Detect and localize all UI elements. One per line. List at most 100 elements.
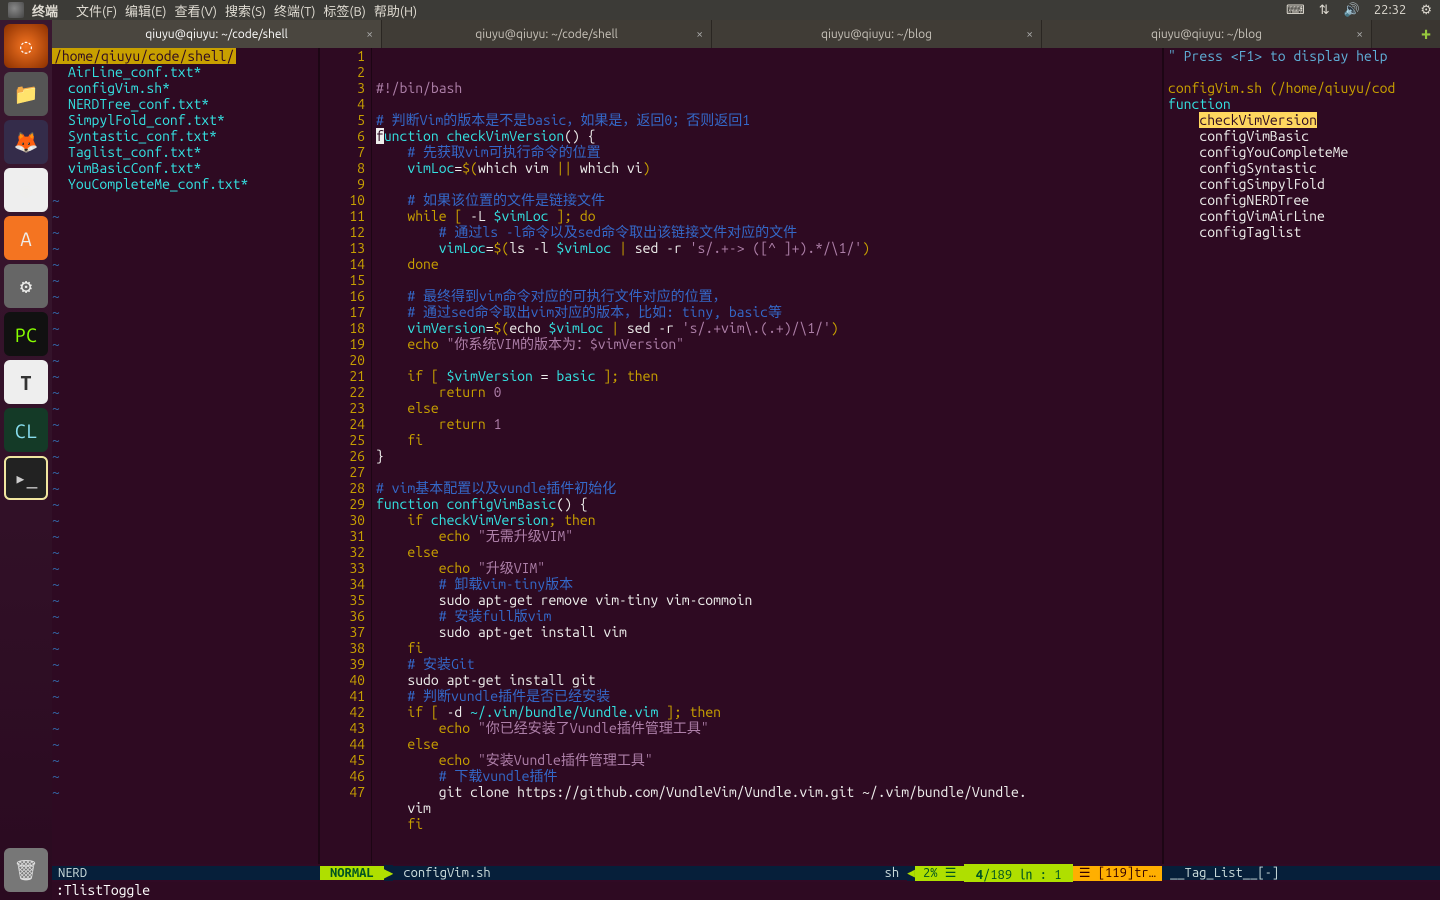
code-pane[interactable]: #!/bin/bash # 判断Vim的版本是不是basic，如果是，返回0；否则…	[372, 48, 1162, 864]
code-line[interactable]: vimVersion=$(echo $vimLoc | sed -r 's/.+…	[376, 320, 1162, 336]
terminal-tab[interactable]: qiuyu@qiuyu: ~/code/shell×	[382, 20, 712, 48]
code-line[interactable]	[376, 352, 1162, 368]
code-line[interactable]: sudo apt-get install git	[376, 672, 1162, 688]
code-line[interactable]: # 如果该位置的文件是链接文件	[376, 192, 1162, 208]
menu-item[interactable]: 查看(V)	[171, 5, 221, 19]
code-line[interactable]: while [ -L $vimLoc ]; do	[376, 208, 1162, 224]
nerdtree-file[interactable]: Taglist_conf.txt*	[52, 144, 318, 160]
taglist-tag[interactable]: configNERDTree	[1168, 192, 1440, 208]
nerdtree-file[interactable]: Syntastic_conf.txt*	[52, 128, 318, 144]
code-line[interactable]: #!/bin/bash	[376, 80, 1162, 96]
terminal-tab[interactable]: qiuyu@qiuyu: ~/blog×	[1042, 20, 1372, 48]
taglist-tag[interactable]: configYouCompleteMe	[1168, 144, 1440, 160]
software-center-icon[interactable]: A	[4, 216, 48, 260]
menu-item[interactable]: 文件(F)	[72, 5, 121, 19]
code-line[interactable]: # 判断vundle插件是否已经安装	[376, 688, 1162, 704]
nerdtree-file[interactable]: NERDTree_conf.txt*	[52, 96, 318, 112]
gear-icon[interactable]: ⚙	[1420, 3, 1432, 18]
menu-item[interactable]: 标签(B)	[319, 5, 369, 19]
code-line[interactable]: # 通过sed命令取出vim对应的版本，比如: tiny, basic等	[376, 304, 1162, 320]
keyboard-icon[interactable]: ⌨	[1286, 3, 1305, 18]
code-line[interactable]: echo "升级VIM"	[376, 560, 1162, 576]
code-line[interactable]: sudo apt-get install vim	[376, 624, 1162, 640]
close-icon[interactable]: ×	[366, 28, 373, 41]
chrome-icon[interactable]: ◉	[4, 168, 48, 212]
new-tab-button[interactable]: +	[1412, 20, 1440, 48]
code-line[interactable]: sudo apt-get remove vim-tiny vim-commoin	[376, 592, 1162, 608]
trash-icon[interactable]: 🗑	[4, 848, 48, 892]
code-line[interactable]: if [ -d ~/.vim/bundle/Vundle.vim ]; then	[376, 704, 1162, 720]
code-line[interactable]: # vim基本配置以及vundle插件初始化	[376, 480, 1162, 496]
code-line[interactable]: # 最终得到vim命令对应的可执行文件对应的位置，	[376, 288, 1162, 304]
code-line[interactable]: fi	[376, 640, 1162, 656]
firefox-icon[interactable]: 🦊	[4, 120, 48, 164]
code-line[interactable]: if [ $vimVersion = basic ]; then	[376, 368, 1162, 384]
code-line[interactable]: fi	[376, 432, 1162, 448]
code-line[interactable]: # 下载vundle插件	[376, 768, 1162, 784]
text-editor-icon[interactable]: T	[4, 360, 48, 404]
code-line[interactable]: # 通过ls -l命令以及sed命令取出该链接文件对应的文件	[376, 224, 1162, 240]
volume-icon[interactable]: 🔊	[1344, 3, 1360, 18]
vim-cmdline[interactable]: :TlistToggle	[52, 882, 1440, 900]
pycharm-icon[interactable]: PC	[4, 312, 48, 356]
code-line[interactable]: else	[376, 736, 1162, 752]
code-line[interactable]: echo "你系统VIM的版本为：$vimVersion"	[376, 336, 1162, 352]
terminal-icon[interactable]: ▸_	[4, 456, 48, 500]
close-icon[interactable]: ×	[1356, 28, 1363, 41]
menu-item[interactable]: 终端(T)	[270, 5, 319, 19]
settings-icon[interactable]: ⚙	[4, 264, 48, 308]
menu-item[interactable]: 编辑(E)	[121, 5, 170, 19]
code-line[interactable]: # 安装full版vim	[376, 608, 1162, 624]
clock[interactable]: 22:32	[1374, 3, 1407, 17]
code-line[interactable]	[376, 464, 1162, 480]
code-line[interactable]: fi	[376, 816, 1162, 832]
terminal-tab[interactable]: qiuyu@qiuyu: ~/blog×	[712, 20, 1042, 48]
code-line[interactable]	[376, 176, 1162, 192]
code-line[interactable]: # 先获取vim可执行命令的位置	[376, 144, 1162, 160]
code-line[interactable]: # 卸载vim-tiny版本	[376, 576, 1162, 592]
taglist-tag[interactable]: configSimpylFold	[1168, 176, 1440, 192]
code-line[interactable]: # 判断Vim的版本是不是basic，如果是，返回0；否则返回1	[376, 112, 1162, 128]
code-line[interactable]: vimLoc=$(which vim || which vi)	[376, 160, 1162, 176]
taglist-section[interactable]: function	[1168, 96, 1440, 112]
code-line[interactable]: vimLoc=$(ls -l $vimLoc | sed -r 's/.+-> …	[376, 240, 1162, 256]
network-icon[interactable]: ⇅	[1319, 3, 1330, 18]
code-line[interactable]	[376, 272, 1162, 288]
taglist-pane[interactable]: " Press <F1> to display help configVim.s…	[1162, 48, 1440, 864]
taglist-tag[interactable]: configVimAirLine	[1168, 208, 1440, 224]
code-line[interactable]: echo "你已经安装了Vundle插件管理工具"	[376, 720, 1162, 736]
code-line[interactable]: else	[376, 544, 1162, 560]
code-line[interactable]: function checkVimVersion() {	[376, 128, 1162, 144]
nerdtree-file[interactable]: configVim.sh*	[52, 80, 318, 96]
close-icon[interactable]: ×	[696, 28, 703, 41]
dash-icon[interactable]: ◌	[4, 24, 48, 68]
code-line[interactable]: echo "安装Vundle插件管理工具"	[376, 752, 1162, 768]
terminal-tab[interactable]: qiuyu@qiuyu: ~/code/shell×	[52, 20, 382, 48]
menu-item[interactable]: 帮助(H)	[370, 5, 421, 19]
nerdtree-pane[interactable]: /home/qiuyu/code/shell/ AirLine_conf.txt…	[52, 48, 320, 864]
nerdtree-file[interactable]: YouCompleteMe_conf.txt*	[52, 176, 318, 192]
close-icon[interactable]: ×	[1026, 28, 1033, 41]
code-line[interactable]: function configVimBasic() {	[376, 496, 1162, 512]
menu-item[interactable]: 搜索(S)	[221, 5, 270, 19]
nerdtree-file[interactable]: vimBasicConf.txt*	[52, 160, 318, 176]
taglist-tag[interactable]: checkVimVersion	[1168, 112, 1440, 128]
nerdtree-file[interactable]: AirLine_conf.txt*	[52, 64, 318, 80]
code-line[interactable]: vim	[376, 800, 1162, 816]
code-line[interactable]: git clone https://github.com/VundleVim/V…	[376, 784, 1162, 800]
code-line[interactable]: # 安装Git	[376, 656, 1162, 672]
code-line[interactable]: done	[376, 256, 1162, 272]
code-line[interactable]	[376, 96, 1162, 112]
code-line[interactable]: return 0	[376, 384, 1162, 400]
files-icon[interactable]: 📁	[4, 72, 48, 116]
nerdtree-file[interactable]: SimpylFold_conf.txt*	[52, 112, 318, 128]
code-line[interactable]: else	[376, 400, 1162, 416]
taglist-tag[interactable]: configVimBasic	[1168, 128, 1440, 144]
code-line[interactable]: if checkVimVersion; then	[376, 512, 1162, 528]
code-line[interactable]: }	[376, 448, 1162, 464]
clion-icon[interactable]: CL	[4, 408, 48, 452]
taglist-tag[interactable]: configTaglist	[1168, 224, 1440, 240]
code-line[interactable]: return 1	[376, 416, 1162, 432]
code-line[interactable]: echo "无需升级VIM"	[376, 528, 1162, 544]
taglist-tag[interactable]: configSyntastic	[1168, 160, 1440, 176]
